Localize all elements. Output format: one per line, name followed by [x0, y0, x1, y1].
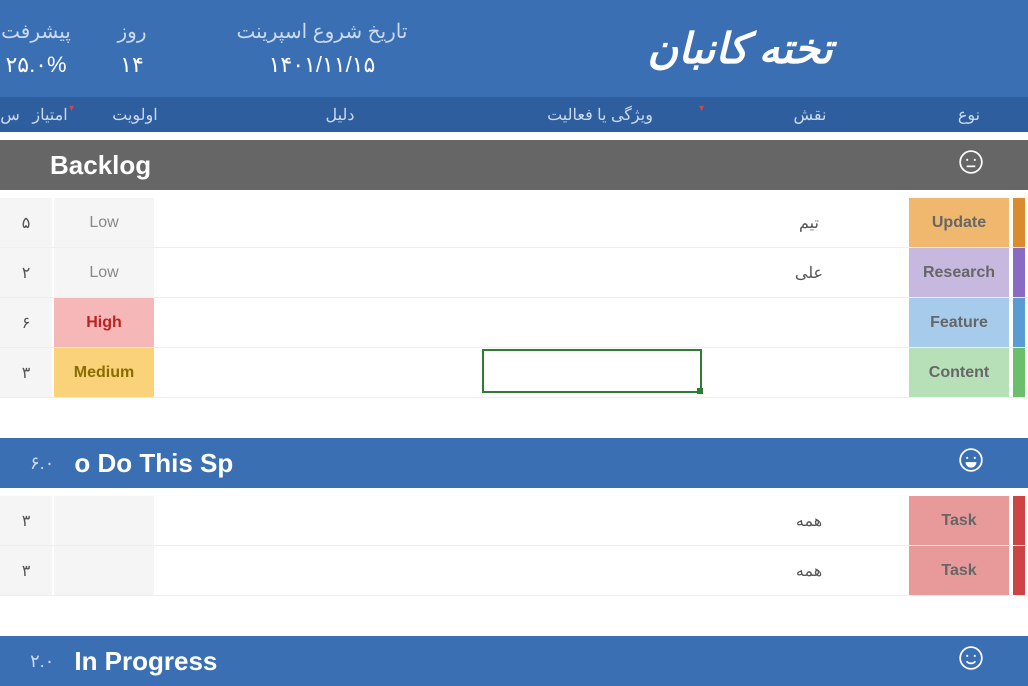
col-feature: ▾ویژگی یا فعالیت — [490, 105, 710, 125]
header-days: روز ۱۴ — [72, 19, 192, 78]
role-cell[interactable]: همه — [709, 546, 909, 595]
score-cell[interactable]: ۳ — [0, 496, 52, 545]
priority-cell[interactable]: Low — [54, 198, 154, 247]
sprint-date-label: تاریخ شروع اسپرینت — [192, 19, 452, 44]
type-cell[interactable]: Task — [909, 496, 1009, 545]
score-cell[interactable]: ۳ — [0, 348, 52, 397]
header-sprint-date: تاریخ شروع اسپرینت ۱۴۰۱/۱۱/۱۵ — [192, 19, 452, 78]
table-row[interactable]: ۳ همه Task — [0, 496, 1028, 546]
type-edge — [1013, 198, 1025, 247]
feature-cell[interactable] — [479, 496, 709, 545]
type-edge — [1013, 546, 1025, 595]
feature-cell[interactable] — [479, 348, 709, 397]
priority-cell[interactable] — [54, 496, 154, 545]
type-edge — [1013, 248, 1025, 297]
col-type: نوع — [910, 105, 1028, 125]
role-cell[interactable] — [709, 348, 909, 397]
type-cell[interactable]: Task — [909, 546, 1009, 595]
table-row[interactable]: ۲ Low علی Research — [0, 248, 1028, 298]
feature-cell[interactable] — [479, 298, 709, 347]
type-cell[interactable]: Research — [909, 248, 1009, 297]
reason-cell[interactable] — [154, 248, 479, 297]
type-edge — [1013, 496, 1025, 545]
role-cell[interactable] — [709, 298, 909, 347]
section-todo-header: ۶.۰ o Do This Sp — [0, 438, 1028, 488]
backlog-title: Backlog — [30, 150, 151, 181]
todo-title: o Do This Sp — [54, 448, 233, 479]
type-edge — [1013, 298, 1025, 347]
score-cell[interactable]: ۶ — [0, 298, 52, 347]
role-cell[interactable]: تیم — [709, 198, 909, 247]
progress-label: پیشرفت — [0, 19, 72, 44]
feature-cell[interactable] — [479, 546, 709, 595]
col-score: ▾امتیاز — [20, 105, 80, 125]
grin-face-icon — [913, 447, 1028, 479]
section-backlog-header: Backlog — [0, 140, 1028, 190]
role-cell[interactable]: همه — [709, 496, 909, 545]
table-row[interactable]: ۳ همه Task — [0, 546, 1028, 596]
progress-value: ۲۵.۰% — [0, 52, 72, 78]
column-headers: س ▾امتیاز اولویت دلیل ▾ویژگی یا فعالیت ن… — [0, 97, 1028, 132]
priority-cell[interactable]: Low — [54, 248, 154, 297]
section-inprogress-header: ۲.۰ In Progress — [0, 636, 1028, 686]
score-cell[interactable]: ۳ — [0, 546, 52, 595]
priority-cell[interactable] — [54, 546, 154, 595]
table-row[interactable]: ۶ High Feature — [0, 298, 1028, 348]
type-cell[interactable]: Content — [909, 348, 1009, 397]
feature-cell[interactable] — [479, 248, 709, 297]
type-cell[interactable]: Feature — [909, 298, 1009, 347]
days-value: ۱۴ — [72, 52, 192, 78]
reason-cell[interactable] — [154, 348, 479, 397]
selection-outline — [482, 349, 702, 393]
board-title: تخته کانبان — [452, 24, 1028, 74]
reason-cell[interactable] — [154, 198, 479, 247]
score-cell[interactable]: ۲ — [0, 248, 52, 297]
table-row[interactable]: ۳ Medium Content — [0, 348, 1028, 398]
todo-value: ۶.۰ — [30, 453, 54, 474]
priority-cell[interactable]: Medium — [54, 348, 154, 397]
col-priority: اولویت — [80, 105, 190, 125]
days-label: روز — [72, 19, 192, 44]
priority-cell[interactable]: High — [54, 298, 154, 347]
reason-cell[interactable] — [154, 546, 479, 595]
feature-cell[interactable] — [479, 198, 709, 247]
role-cell[interactable]: علی — [709, 248, 909, 297]
sprint-date-value: ۱۴۰۱/۱۱/۱۵ — [192, 52, 452, 78]
type-edge — [1013, 348, 1025, 397]
reason-cell[interactable] — [154, 496, 479, 545]
header-progress: پیشرفت ۲۵.۰% — [0, 19, 72, 78]
header: پیشرفت ۲۵.۰% روز ۱۴ تاریخ شروع اسپرینت ۱… — [0, 0, 1028, 97]
inprogress-value: ۲.۰ — [30, 651, 54, 672]
header-title: تخته کانبان — [452, 24, 1028, 74]
inprogress-title: In Progress — [54, 646, 217, 677]
col-reason: دلیل — [190, 105, 490, 125]
smile-face-icon — [913, 645, 1028, 677]
col-s: س — [0, 105, 20, 125]
type-cell[interactable]: Update — [909, 198, 1009, 247]
col-role: نقش — [710, 105, 910, 125]
reason-cell[interactable] — [154, 298, 479, 347]
table-row[interactable]: ۵ Low تیم Update — [0, 198, 1028, 248]
score-cell[interactable]: ۵ — [0, 198, 52, 247]
neutral-face-icon — [913, 149, 1028, 181]
